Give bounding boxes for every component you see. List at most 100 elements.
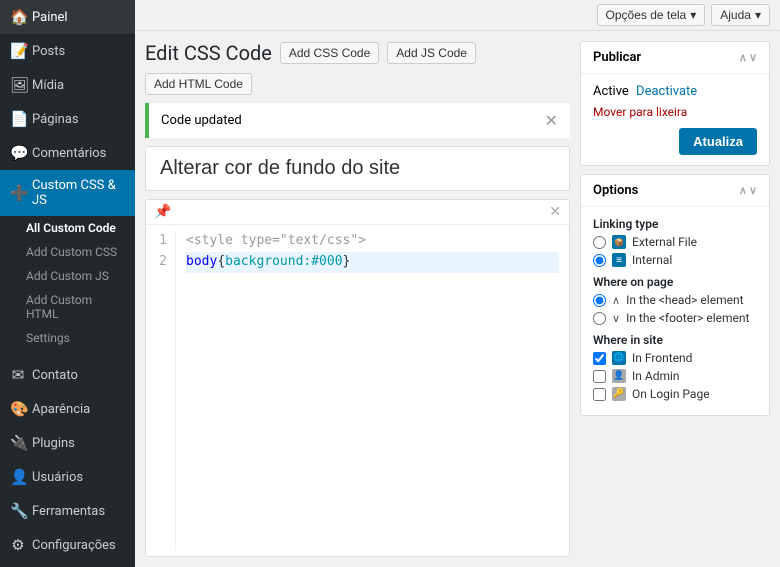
external-file-icon: 📦 (612, 235, 626, 249)
sidebar-item-custom-css-js[interactable]: ➕ Custom CSS & JS (0, 170, 135, 216)
checkbox-admin[interactable] (593, 370, 606, 383)
main-area: Opções de tela ▾ Ajuda ▾ Edit CSS Code A… (135, 0, 780, 567)
right-panel: Publicar ∧ ∨ Active Deactivate Mover par… (580, 41, 770, 557)
linking-external-label: External File (632, 235, 697, 249)
sidebar-sub-add-custom-js[interactable]: Add Custom JS (0, 264, 135, 288)
checkbox-login[interactable] (593, 388, 606, 401)
code-comment-line: <style type="text/css"> (186, 231, 559, 252)
sidebar-item-configuracoes[interactable]: ⚙ Configurações (0, 528, 135, 562)
internal-icon: ≡ (612, 253, 626, 267)
radio-internal[interactable] (593, 254, 606, 267)
topbar: Opções de tela ▾ Ajuda ▾ (135, 0, 780, 31)
media-icon: 🖼 (10, 76, 26, 94)
linking-option-internal: ≡ Internal (593, 253, 757, 267)
content-area: Edit CSS Code Add CSS Code Add JS Code A… (135, 31, 780, 567)
sidebar-label-painel: Painel (32, 10, 68, 25)
where-login-label: On Login Page (632, 387, 710, 401)
status-line: Active Deactivate (593, 84, 757, 99)
screen-options-button[interactable]: Opções de tela ▾ (597, 4, 706, 26)
publish-box-body: Active Deactivate Mover para lixeira Atu… (581, 74, 769, 165)
sidebar-item-plugins[interactable]: 🔌 Plugins (0, 426, 135, 460)
sidebar-sub-label-add-custom-js: Add Custom JS (26, 269, 109, 283)
sidebar-sub-label-settings: Settings (26, 331, 70, 345)
sidebar-item-aparencia[interactable]: 🎨 Aparência (0, 392, 135, 426)
sidebar-sub-add-custom-css[interactable]: Add Custom CSS (0, 240, 135, 264)
radio-footer[interactable] (593, 312, 606, 325)
chevron-up-icon: ∧ (739, 51, 747, 64)
footer-down-icon: ∨ (612, 312, 620, 325)
where-page-footer: ∨ In the <footer> element (593, 311, 757, 325)
tools-icon: 🔧 (10, 502, 26, 520)
users-icon: 👤 (10, 468, 26, 486)
line-numbers: 1 2 (146, 231, 176, 550)
sidebar-sub-settings[interactable]: Settings (0, 326, 135, 350)
help-button[interactable]: Ajuda ▾ (711, 4, 770, 26)
admin-icon: 👤 (612, 369, 626, 383)
radio-external[interactable] (593, 236, 606, 249)
editor-panel: Edit CSS Code Add CSS Code Add JS Code A… (145, 41, 570, 557)
where-in-site-label: Where in site (593, 333, 757, 347)
where-site-login: 🔑 On Login Page (593, 387, 757, 401)
plugins-icon: 🔌 (10, 434, 26, 452)
code-content[interactable]: <style type="text/css"> body{background:… (176, 231, 569, 550)
sidebar-sub-add-custom-html[interactable]: Add Custom HTML (0, 288, 135, 326)
sidebar-label-configuracoes: Configurações (32, 538, 116, 553)
where-footer-label: In the <footer> element (626, 311, 749, 325)
notice-text: Code updated (161, 113, 242, 128)
sidebar-item-paginas[interactable]: 📄 Páginas (0, 102, 135, 136)
code-property: background:#000 (225, 252, 342, 273)
code-editor-body[interactable]: 1 2 <style type="text/css"> body{backgro… (146, 225, 569, 556)
where-page-head: ∧ In the <head> element (593, 293, 757, 307)
comments-icon: 💬 (10, 144, 26, 162)
help-chevron-icon: ▾ (755, 8, 761, 22)
add-css-code-button[interactable]: Add CSS Code (280, 42, 379, 64)
move-to-trash-link[interactable]: Mover para lixeira (593, 105, 687, 119)
options-box-title: Options (593, 183, 638, 198)
sidebar-item-midia[interactable]: 🖼 Mídia (0, 68, 135, 102)
add-js-code-button[interactable]: Add JS Code (387, 42, 476, 64)
add-html-code-button[interactable]: Add HTML Code (145, 73, 252, 95)
options-chevron-up-icon: ∧ (739, 184, 747, 197)
sidebar-label-ferramentas: Ferramentas (32, 504, 105, 519)
options-box: Options ∧ ∨ Linking type 📦 External File (580, 174, 770, 416)
notice-close-button[interactable]: ✕ (545, 111, 558, 130)
sidebar-item-posts[interactable]: 📝 Posts (0, 34, 135, 68)
where-head-label: In the <head> element (626, 293, 743, 307)
chevron-down-icon: ∨ (749, 51, 757, 64)
publish-row: Atualiza (593, 128, 757, 155)
sidebar-sub-label-all-custom-code: All Custom Code (26, 221, 116, 235)
update-button[interactable]: Atualiza (679, 128, 757, 155)
sidebar-sub-all-custom-code[interactable]: All Custom Code (0, 216, 135, 240)
options-box-body: Linking type 📦 External File ≡ Internal … (581, 207, 769, 415)
sidebar-label-posts: Posts (32, 44, 65, 59)
page-title-row: Edit CSS Code Add CSS Code Add JS Code A… (145, 41, 570, 95)
sidebar-item-comentarios[interactable]: 💬 Comentários (0, 136, 135, 170)
sidebar-item-ferramentas[interactable]: 🔧 Ferramentas (0, 494, 135, 528)
where-site-admin: 👤 In Admin (593, 369, 757, 383)
sidebar-label-paginas: Páginas (32, 112, 79, 127)
sidebar-label-aparencia: Aparência (32, 402, 90, 417)
publish-box: Publicar ∧ ∨ Active Deactivate Mover par… (580, 41, 770, 166)
deactivate-link[interactable]: Deactivate (636, 84, 697, 99)
sidebar-item-usuarios[interactable]: 👤 Usuários (0, 460, 135, 494)
sidebar-label-midia: Mídia (32, 78, 64, 93)
pages-icon: 📄 (10, 110, 26, 128)
sidebar-sub-label-add-custom-html: Add Custom HTML (26, 293, 92, 321)
where-on-page-label: Where on page (593, 275, 757, 289)
mail-icon: ✉ (10, 366, 26, 384)
checkbox-frontend[interactable] (593, 352, 606, 365)
settings-icon: ⚙ (10, 536, 26, 554)
code-title-input[interactable] (145, 146, 570, 191)
notice-bar: Code updated ✕ (145, 103, 570, 138)
code-line-1: body{background:#000} (186, 252, 559, 273)
sidebar-item-recolher[interactable]: ◀ Recolher menu (0, 562, 135, 567)
expand-icon[interactable]: ✕ (549, 204, 561, 220)
home-icon: 🏠 (10, 8, 26, 26)
sidebar-item-contato[interactable]: ✉ Contato (0, 358, 135, 392)
sidebar-label-usuarios: Usuários (32, 470, 83, 485)
page-title: Edit CSS Code (145, 41, 272, 65)
sidebar-item-painel[interactable]: 🏠 Painel (0, 0, 135, 34)
where-site-frontend: 🌐 In Frontend (593, 351, 757, 365)
radio-head[interactable] (593, 294, 606, 307)
posts-icon: 📝 (10, 42, 26, 60)
